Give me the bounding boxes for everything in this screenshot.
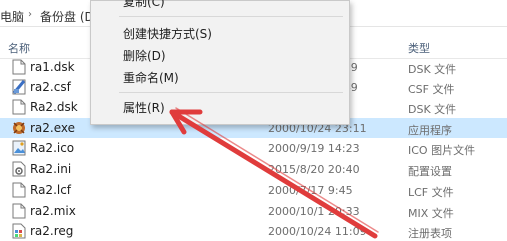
annotation-arrow	[169, 107, 379, 239]
